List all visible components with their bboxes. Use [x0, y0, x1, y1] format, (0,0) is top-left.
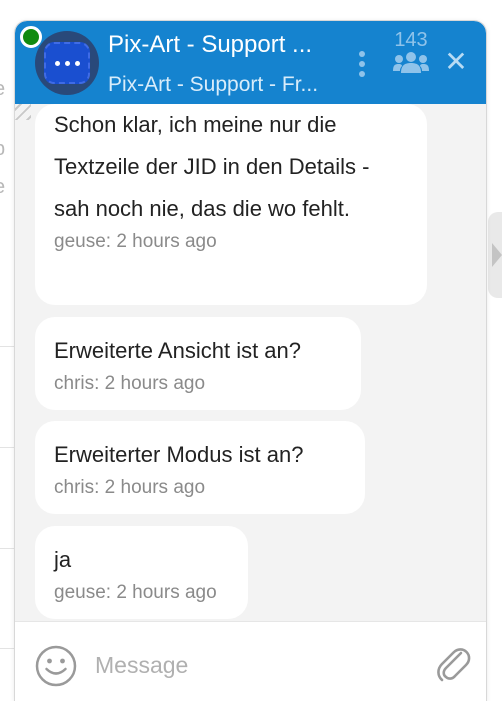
group-people-icon [393, 52, 429, 73]
message-meta: chris: 2 hours ago [54, 477, 206, 498]
sidebar-expand-tab[interactable] [488, 212, 502, 298]
background-divider [0, 648, 16, 649]
resize-handle-icon[interactable] [15, 104, 31, 120]
message-list[interactable]: Schon klar, ich meine nur die Textzeile … [15, 104, 486, 621]
smiley-icon[interactable] [35, 645, 77, 687]
occupants-button[interactable]: 143 [391, 29, 431, 73]
message-meta: chris: 2 hours ago [54, 373, 206, 394]
background-text-fragment: b [0, 138, 5, 161]
chat-bubble-icon [44, 42, 90, 84]
paperclip-icon[interactable] [435, 644, 471, 684]
background-divider [0, 548, 16, 549]
message-bubble: Erweiterte Ansicht ist an? chris: 2 hour… [35, 317, 361, 410]
chat-title: Pix-Art - Support ... [108, 31, 313, 58]
online-status-icon [20, 26, 42, 48]
message-meta: geuse: 2 hours ago [54, 231, 217, 252]
background-divider [0, 447, 16, 448]
chat-header[interactable]: Pix-Art - Support ... Pix-Art - Support … [15, 21, 486, 104]
message-input[interactable] [93, 646, 427, 684]
message-text: Erweiterte Ansicht ist an? [54, 338, 302, 363]
chevron-right-icon [492, 243, 502, 267]
message-text: Schon klar, ich meine nur die Textzeile … [54, 112, 370, 221]
message-text: ja [54, 547, 72, 572]
background-text-fragment: e [0, 176, 5, 199]
message-meta: geuse: 2 hours ago [54, 582, 217, 603]
chat-subtitle: Pix-Art - Support - Fr... [108, 73, 319, 96]
message-bubble: ja geuse: 2 hours ago [35, 526, 248, 619]
message-bubble: Erweiterter Modus ist an? chris: 2 hours… [35, 421, 365, 514]
background-divider [0, 346, 16, 347]
message-composer [15, 621, 486, 701]
chat-window: Pix-Art - Support ... Pix-Art - Support … [15, 21, 486, 701]
room-avatar[interactable] [35, 31, 99, 95]
kebab-menu-icon[interactable] [358, 51, 366, 77]
close-icon[interactable]: ✕ [443, 48, 469, 76]
message-bubble: Schon klar, ich meine nur die Textzeile … [35, 104, 427, 305]
occupant-count: 143 [394, 29, 428, 51]
background-text-fragment: e [0, 78, 5, 101]
message-text: Erweiterter Modus ist an? [54, 442, 304, 467]
